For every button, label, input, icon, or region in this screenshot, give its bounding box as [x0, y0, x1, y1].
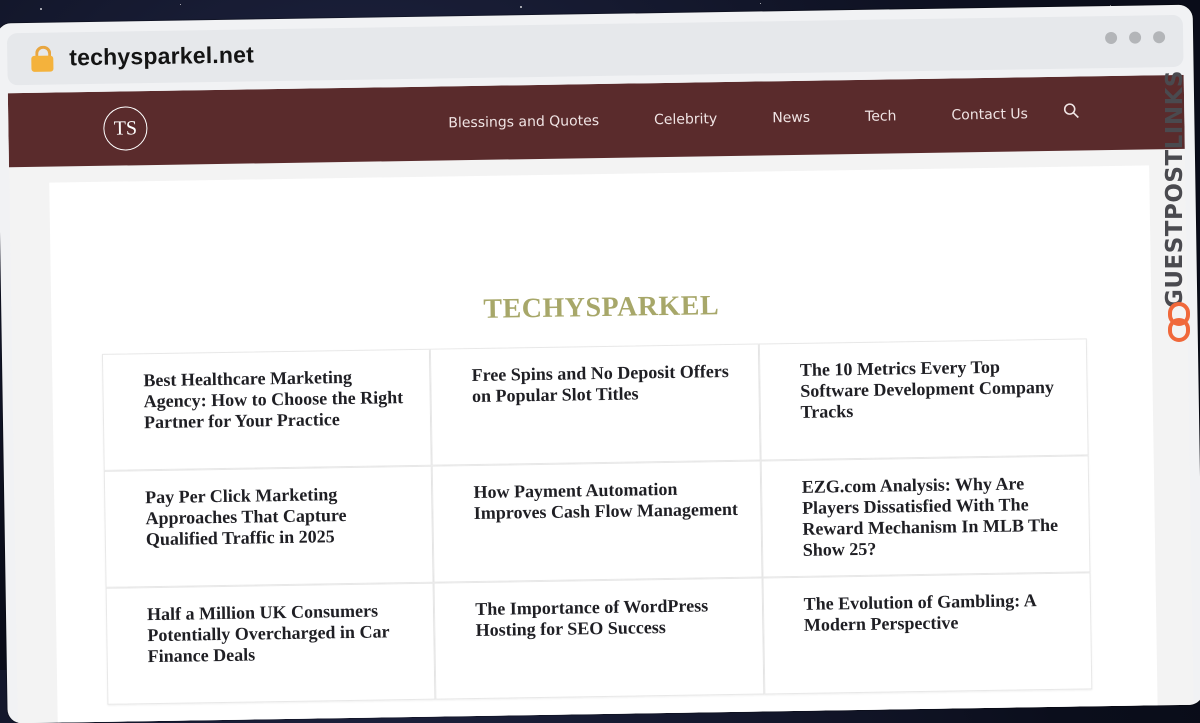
- link-chain-icon: [1168, 302, 1190, 342]
- nav-link-contact[interactable]: Contact Us: [951, 106, 1028, 123]
- nav-link-blessings[interactable]: Blessings and Quotes: [448, 113, 599, 131]
- nav-link-celebrity[interactable]: Celebrity: [654, 111, 717, 128]
- guestpostlinks-watermark: GUESTPOSTLINKS: [1162, 52, 1198, 382]
- article-card[interactable]: Half a Million UK Consumers Potentially …: [105, 582, 436, 705]
- lock-icon: [31, 45, 54, 72]
- url-text[interactable]: techysparkel.net: [69, 41, 254, 71]
- article-title[interactable]: The Importance of WordPress Hosting for …: [475, 595, 740, 641]
- article-card[interactable]: The Importance of WordPress Hosting for …: [433, 577, 765, 700]
- search-icon[interactable]: [1063, 102, 1079, 119]
- site-logo[interactable]: TS: [103, 106, 148, 151]
- site-title: TECHYSPARKEL: [483, 290, 720, 325]
- article-card[interactable]: The 10 Metrics Every Top Software Develo…: [758, 338, 1089, 461]
- dot-icon: [1152, 31, 1166, 44]
- page-viewport: TS Blessings and Quotes Celebrity News T…: [7, 74, 1194, 723]
- main-menu: Blessings and Quotes Celebrity News Tech…: [448, 76, 1084, 160]
- main-content: TECHYSPARKEL Best Healthcare Marketing A…: [49, 165, 1158, 723]
- article-title[interactable]: How Payment Automation Improves Cash Flo…: [473, 478, 738, 524]
- article-title[interactable]: Half a Million UK Consumers Potentially …: [147, 600, 412, 667]
- article-card[interactable]: Pay Per Click Marketing Approaches That …: [103, 465, 434, 588]
- article-card[interactable]: How Payment Automation Improves Cash Flo…: [432, 460, 763, 583]
- address-bar[interactable]: techysparkel.net: [6, 14, 1184, 86]
- article-card[interactable]: Free Spins and No Deposit Offers on Popu…: [430, 343, 761, 466]
- article-title[interactable]: Best Healthcare Marketing Agency: How to…: [143, 366, 408, 433]
- dot-icon: [1105, 31, 1118, 45]
- nav-link-tech[interactable]: Tech: [865, 108, 897, 124]
- article-title[interactable]: Pay Per Click Marketing Approaches That …: [145, 483, 410, 550]
- article-title[interactable]: Free Spins and No Deposit Offers on Popu…: [471, 361, 736, 407]
- site-header: TS Blessings and Quotes Celebrity News T…: [7, 74, 1185, 168]
- watermark-text: GUESTPOSTLINKS: [1162, 69, 1188, 309]
- article-title[interactable]: The Evolution of Gambling: A Modern Pers…: [803, 590, 1068, 636]
- nav-link-news[interactable]: News: [772, 110, 810, 127]
- window-menu-dots[interactable]: [1105, 31, 1166, 45]
- article-card[interactable]: EZG.com Analysis: Why Are Players Dissat…: [760, 455, 1091, 578]
- article-title[interactable]: EZG.com Analysis: Why Are Players Dissat…: [802, 473, 1068, 561]
- article-card[interactable]: The Evolution of Gambling: A Modern Pers…: [762, 572, 1093, 695]
- browser-window: techysparkel.net TS Blessings and Quotes…: [0, 4, 1200, 723]
- article-card[interactable]: Best Healthcare Marketing Agency: How to…: [101, 348, 433, 471]
- dot-icon: [1129, 31, 1142, 44]
- article-title[interactable]: The 10 Metrics Every Top Software Develo…: [800, 356, 1065, 423]
- article-grid: Best Healthcare Marketing Agency: How to…: [101, 338, 1093, 705]
